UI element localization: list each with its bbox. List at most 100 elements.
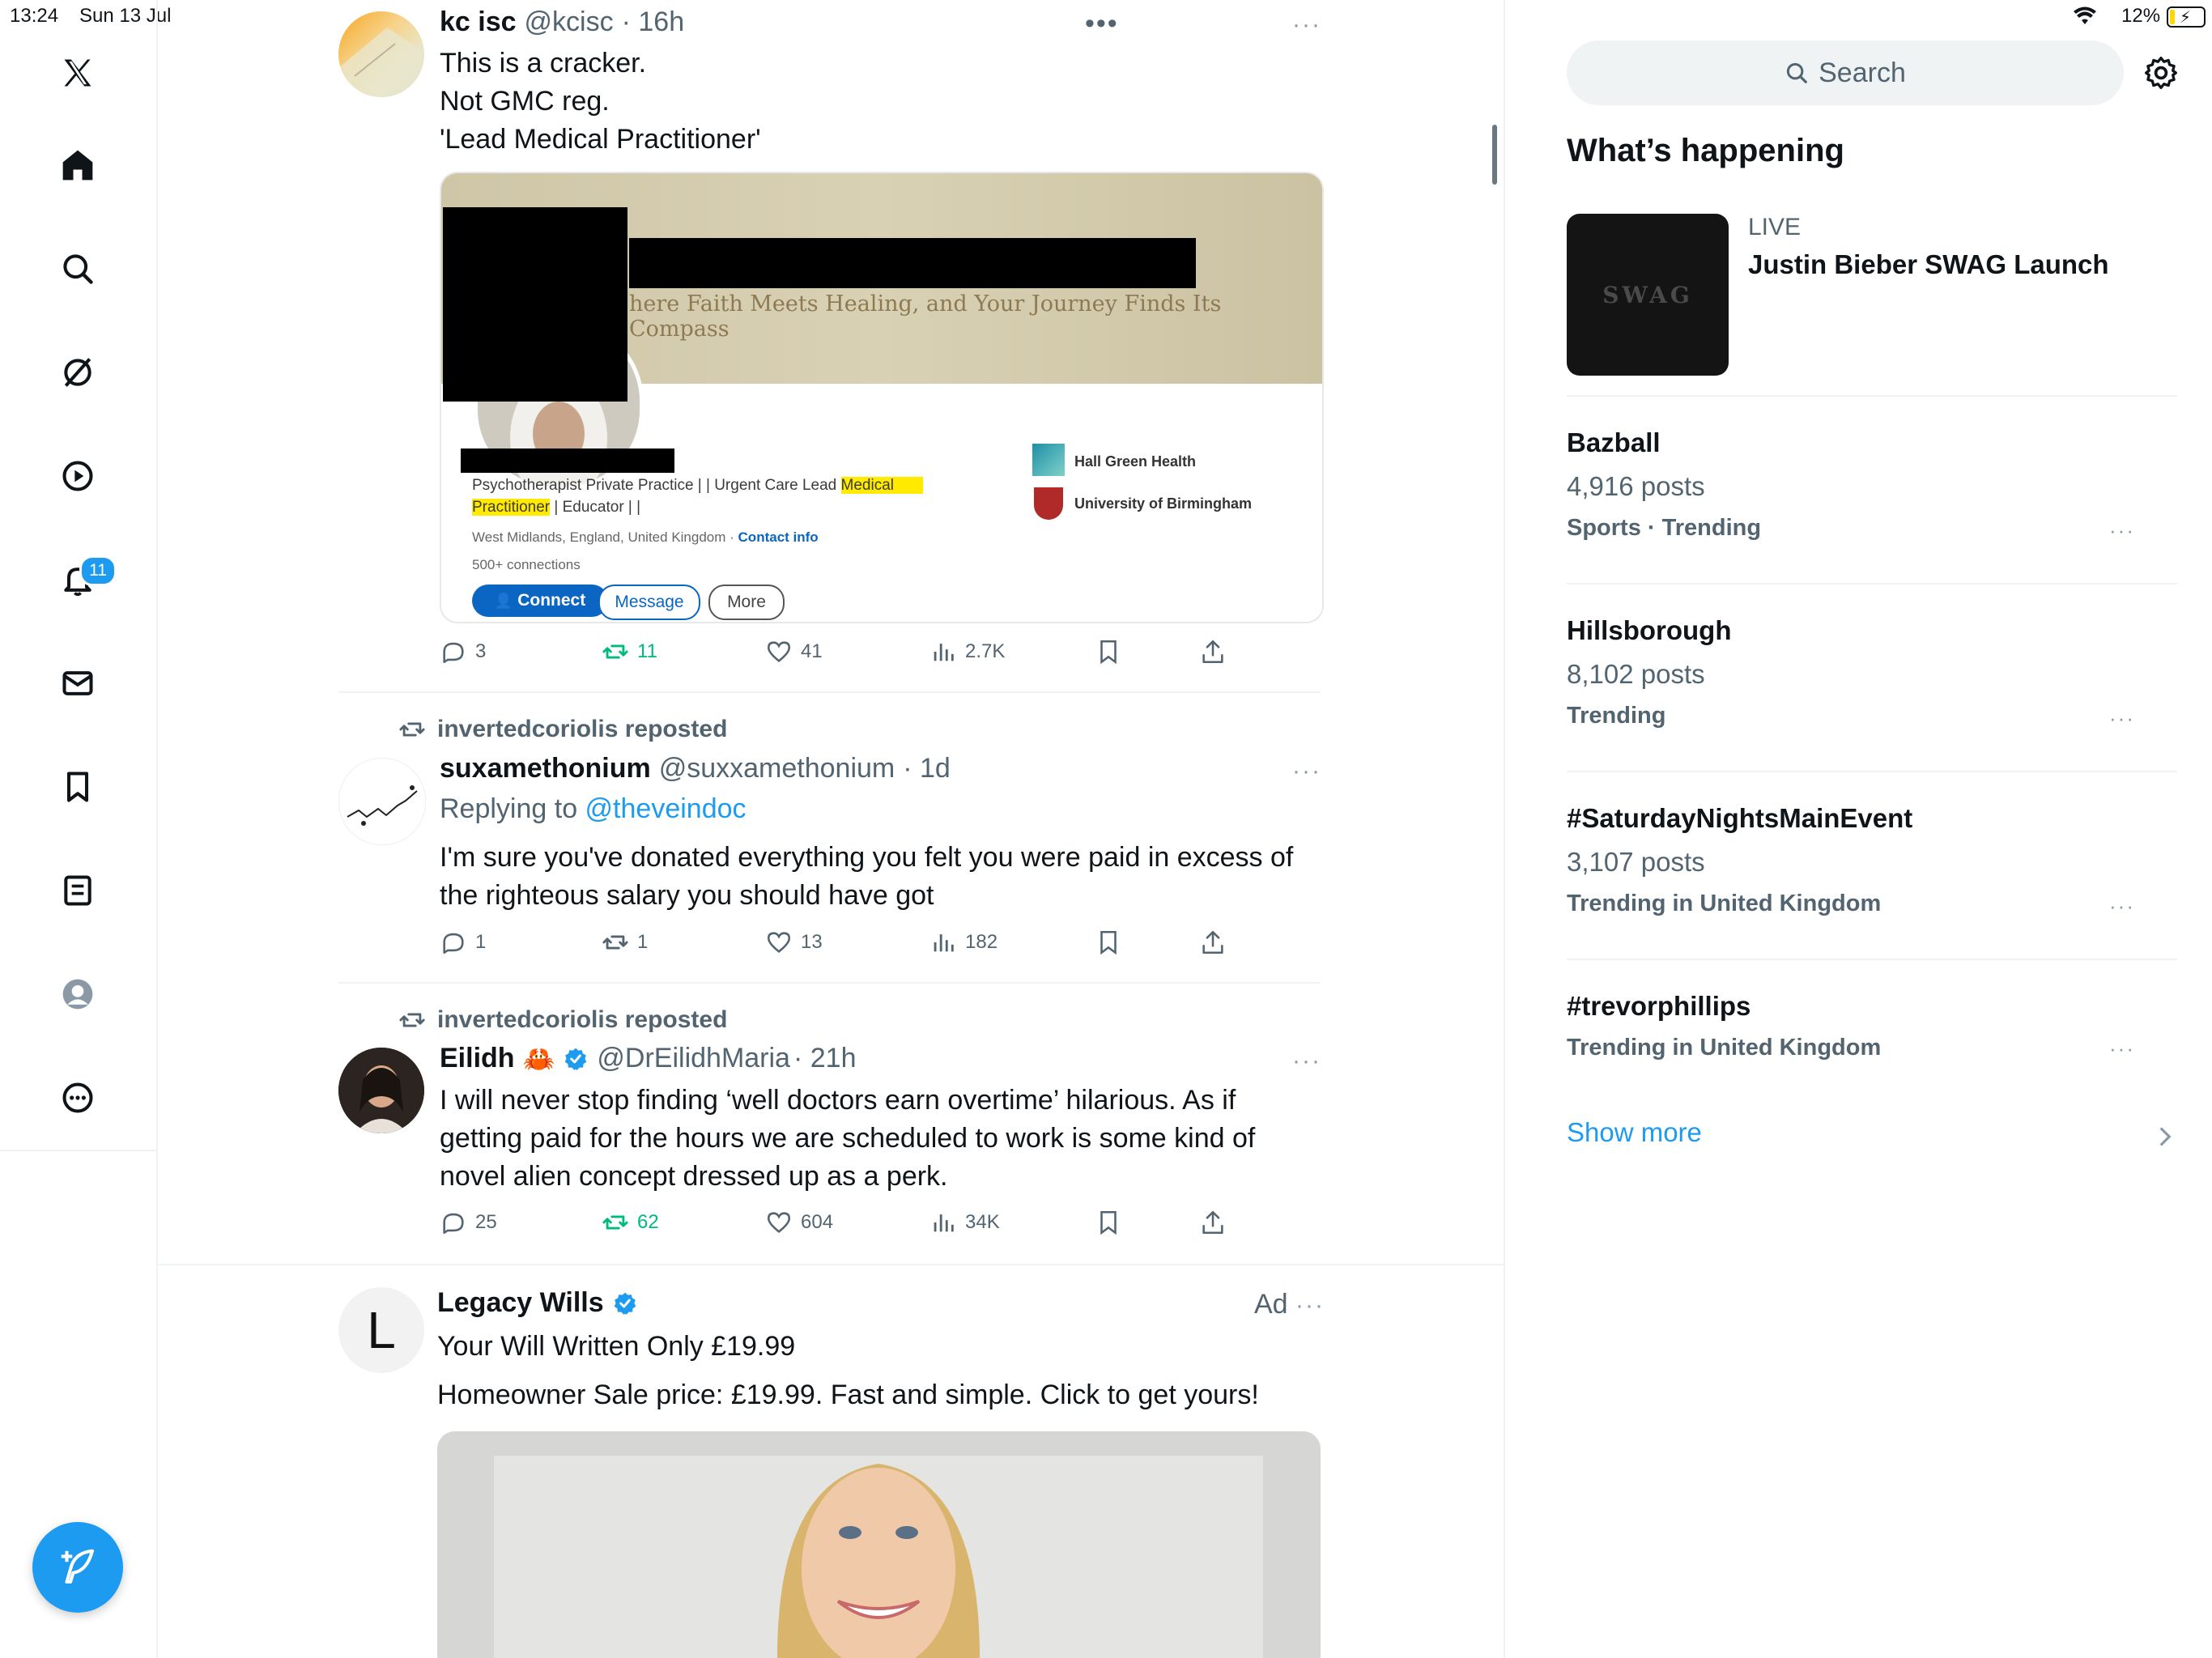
tweet-header: suxamethonium @suxxamethonium · 1d bbox=[440, 753, 951, 784]
more-options-icon[interactable]: ··· bbox=[1292, 758, 1321, 785]
thumbnail-text: SWAG bbox=[1602, 281, 1693, 308]
repost-button[interactable]: 62 bbox=[602, 1209, 659, 1236]
lists-icon[interactable] bbox=[45, 858, 110, 923]
repost-icon bbox=[602, 1215, 628, 1230]
repost-context[interactable]: invertedcoriolis reposted bbox=[398, 716, 727, 743]
share-button[interactable] bbox=[1199, 929, 1227, 956]
repost-icon bbox=[399, 722, 425, 737]
repost-context[interactable]: invertedcoriolis reposted bbox=[398, 1006, 727, 1034]
tweet-line: I'm sure you've donated everything you f… bbox=[440, 842, 1294, 873]
avatar-letter: L bbox=[367, 1301, 396, 1359]
reply-button[interactable]: 3 bbox=[440, 638, 486, 665]
reply-icon bbox=[443, 1213, 464, 1235]
scrollbar-thumb[interactable] bbox=[1492, 125, 1497, 185]
sidebar-divider bbox=[1567, 959, 2177, 960]
tweet-header: kc isc @kcisc · 16h bbox=[440, 6, 684, 38]
views-icon bbox=[934, 1214, 954, 1232]
trend-item[interactable]: #trevorphillips Trending in United Kingd… bbox=[1567, 991, 2177, 1072]
search-icon[interactable] bbox=[45, 236, 110, 301]
show-more-label: Show more bbox=[1567, 1117, 1702, 1147]
trend-meta: Trending in United Kingdom bbox=[1567, 891, 1882, 916]
tweet-text: This is a cracker. Not GMC reg. 'Lead Me… bbox=[440, 45, 761, 159]
reply-count: 25 bbox=[475, 1211, 497, 1233]
tweet-line: getting paid for the hours we are schedu… bbox=[440, 1123, 1256, 1154]
bookmark-button[interactable] bbox=[1095, 1209, 1122, 1236]
avatar[interactable] bbox=[338, 758, 426, 845]
more-options-icon[interactable]: ··· bbox=[1295, 1292, 1325, 1320]
share-button[interactable] bbox=[1199, 638, 1227, 665]
messages-icon[interactable] bbox=[45, 651, 110, 716]
repost-icon bbox=[602, 644, 628, 659]
sidebar-divider bbox=[1567, 395, 2177, 397]
views-button[interactable]: 2.7K bbox=[929, 638, 1005, 665]
tweet-header: Eilidh 🦀 @DrEilidhMaria · 21h bbox=[440, 1043, 856, 1074]
verified-badge-icon bbox=[614, 1292, 636, 1315]
video-icon[interactable] bbox=[45, 444, 110, 508]
live-event-item[interactable]: SWAG LIVE Justin Bieber SWAG Launch bbox=[1567, 214, 2177, 376]
author-handle[interactable]: @suxxamethonium bbox=[659, 753, 895, 784]
home-icon[interactable] bbox=[45, 133, 110, 198]
show-more-link[interactable]: Show more bbox=[1567, 1117, 2177, 1158]
grok-icon[interactable] bbox=[45, 340, 110, 405]
trend-more-icon[interactable]: ··· bbox=[2109, 894, 2135, 919]
search-input[interactable]: Search bbox=[1567, 40, 2124, 105]
advertiser-name[interactable]: Legacy Wills bbox=[437, 1287, 604, 1319]
compose-post-button[interactable] bbox=[32, 1522, 123, 1613]
views-button[interactable]: 34K bbox=[929, 1209, 1000, 1236]
x-logo-icon[interactable] bbox=[45, 40, 110, 105]
views-icon bbox=[934, 934, 954, 952]
ad-headline: Your Will Written Only £19.99 bbox=[437, 1331, 796, 1362]
author-handle[interactable]: @kcisc bbox=[525, 6, 614, 38]
settings-gear-icon[interactable] bbox=[2143, 55, 2179, 91]
trend-item[interactable]: #SaturdayNightsMainEvent 3,107 posts Tre… bbox=[1567, 803, 2177, 933]
like-button[interactable]: 13 bbox=[765, 929, 823, 956]
profile-icon[interactable] bbox=[45, 962, 110, 1027]
trend-title: #trevorphillips bbox=[1567, 991, 1751, 1021]
author-name[interactable]: Eilidh bbox=[440, 1043, 515, 1074]
tweet-time[interactable]: · 21h bbox=[793, 1043, 857, 1074]
share-button[interactable] bbox=[1199, 1209, 1227, 1236]
avatar[interactable] bbox=[338, 1048, 424, 1133]
reposted-by-label: invertedcoriolis reposted bbox=[437, 716, 728, 742]
org-logo-hall-green bbox=[1032, 444, 1065, 476]
trend-item[interactable]: Bazball 4,916 posts Sports · Trending ··… bbox=[1567, 427, 2177, 557]
author-name[interactable]: kc isc bbox=[440, 6, 517, 38]
more-options-icon[interactable]: ··· bbox=[1292, 11, 1321, 39]
tweet-time[interactable]: · 16h bbox=[622, 6, 685, 38]
trend-meta: Sports · Trending bbox=[1567, 515, 1762, 541]
bookmark-button[interactable] bbox=[1095, 638, 1122, 665]
tweet-line: Not GMC reg. bbox=[440, 86, 610, 117]
reposted-by-label: invertedcoriolis reposted bbox=[437, 1006, 728, 1033]
bookmarks-icon[interactable] bbox=[45, 755, 110, 819]
author-name[interactable]: suxamethonium bbox=[440, 753, 651, 784]
tweet-divider bbox=[156, 1264, 1504, 1265]
author-handle[interactable]: @DrEilidhMaria bbox=[597, 1043, 790, 1074]
org-logo-university bbox=[1034, 487, 1063, 520]
trend-item[interactable]: Hillsborough 8,102 posts Trending ··· bbox=[1567, 615, 2177, 745]
avatar[interactable]: L bbox=[338, 1287, 424, 1373]
replying-to-link[interactable]: @theveindoc bbox=[585, 793, 747, 824]
top-dots-icon[interactable]: ••• bbox=[1085, 8, 1119, 40]
more-icon[interactable] bbox=[45, 1065, 110, 1130]
reply-count: 1 bbox=[475, 931, 487, 953]
trend-title: Bazball bbox=[1567, 427, 1661, 457]
tweet-time[interactable]: · 1d bbox=[903, 753, 951, 784]
avatar[interactable] bbox=[338, 11, 424, 97]
crab-emoji: 🦀 bbox=[522, 1044, 555, 1073]
repost-button[interactable]: 11 bbox=[602, 638, 657, 665]
ad-image[interactable] bbox=[437, 1431, 1321, 1658]
like-button[interactable]: 604 bbox=[765, 1209, 833, 1236]
more-options-icon[interactable]: ··· bbox=[1292, 1048, 1321, 1075]
reply-button[interactable]: 25 bbox=[440, 1209, 497, 1236]
like-count: 604 bbox=[801, 1211, 834, 1233]
bookmark-button[interactable] bbox=[1095, 929, 1122, 956]
views-button[interactable]: 182 bbox=[929, 929, 998, 956]
trend-more-icon[interactable]: ··· bbox=[2109, 1036, 2135, 1061]
like-button[interactable]: 41 bbox=[765, 638, 823, 665]
tweet-media-image[interactable]: here Faith Meets Healing, and Your Journ… bbox=[440, 172, 1324, 623]
trend-more-icon[interactable]: ··· bbox=[2109, 518, 2135, 543]
reply-button[interactable]: 1 bbox=[440, 929, 486, 956]
whats-happening-heading: What’s happening bbox=[1567, 133, 1844, 168]
trend-more-icon[interactable]: ··· bbox=[2109, 706, 2135, 731]
repost-button[interactable]: 1 bbox=[602, 929, 648, 956]
